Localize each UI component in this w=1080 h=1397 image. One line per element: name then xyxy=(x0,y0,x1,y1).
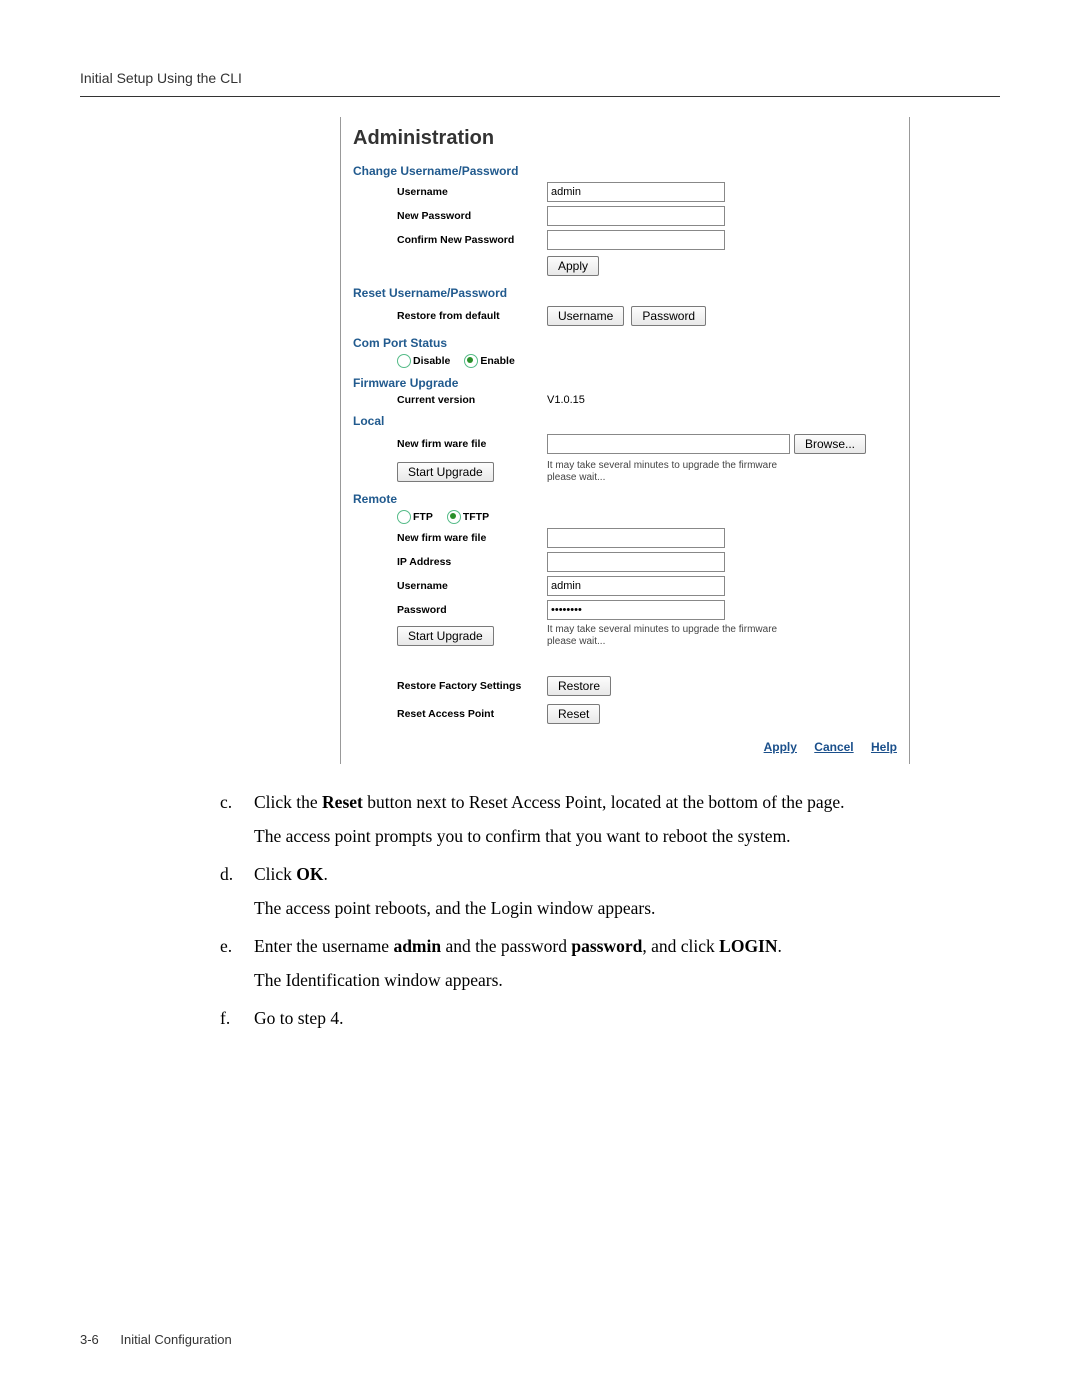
section-reset-password: Reset Username/Password xyxy=(353,286,897,300)
confirm-password-input[interactable] xyxy=(547,230,725,250)
label-current-version: Current version xyxy=(353,394,547,406)
remote-upgrade-hint: It may take several minutes to upgrade t… xyxy=(547,624,787,648)
local-upgrade-hint: It may take several minutes to upgrade t… xyxy=(547,460,787,484)
footer-help-link[interactable]: Help xyxy=(871,740,897,754)
new-password-input[interactable] xyxy=(547,206,725,226)
section-local: Local xyxy=(353,414,897,428)
reset-password-button[interactable]: Password xyxy=(631,306,706,326)
label-reset-ap: Reset Access Point xyxy=(353,708,547,720)
label-ip-address: IP Address xyxy=(353,556,547,568)
label-confirm-password: Confirm New Password xyxy=(353,234,547,246)
page-title: Administration xyxy=(353,127,897,150)
label-username: Username xyxy=(353,186,547,198)
reset-ap-button[interactable]: Reset xyxy=(547,704,600,724)
username-input[interactable] xyxy=(547,182,725,202)
com-enable-radio[interactable] xyxy=(464,354,478,368)
footer-apply-link[interactable]: Apply xyxy=(764,740,797,754)
com-disable-label: Disable xyxy=(413,355,450,367)
remote-ftp-radio[interactable] xyxy=(397,510,411,524)
footer-section: Initial Configuration xyxy=(120,1332,231,1347)
step-f: f. Go to step 4. xyxy=(220,1004,960,1032)
running-header: Initial Setup Using the CLI xyxy=(80,70,1000,97)
apply-password-button[interactable]: Apply xyxy=(547,256,599,276)
ip-address-input[interactable] xyxy=(547,552,725,572)
section-change-password: Change Username/Password xyxy=(353,164,897,178)
section-com-port: Com Port Status xyxy=(353,336,897,350)
admin-screenshot: Administration Change Username/Password … xyxy=(340,117,910,764)
remote-password-input[interactable] xyxy=(547,600,725,620)
section-remote: Remote xyxy=(353,492,897,506)
remote-ftp-label: FTP xyxy=(413,511,433,523)
panel-footer-links: Apply Cancel Help xyxy=(353,740,897,754)
label-remote-password: Password xyxy=(353,604,547,616)
step-d: d. Click OK. The access point reboots, a… xyxy=(220,860,960,922)
step-e: e. Enter the username admin and the pass… xyxy=(220,932,960,994)
local-file-input[interactable] xyxy=(547,434,790,454)
label-restore-default: Restore from default xyxy=(353,310,547,322)
section-firmware: Firmware Upgrade xyxy=(353,376,897,390)
remote-tftp-radio[interactable] xyxy=(447,510,461,524)
current-version-value: V1.0.15 xyxy=(547,394,585,406)
reset-username-button[interactable]: Username xyxy=(547,306,624,326)
label-new-password: New Password xyxy=(353,210,547,222)
label-remote-file: New firm ware file xyxy=(353,532,547,544)
page-footer: 3-6 Initial Configuration xyxy=(80,1332,232,1347)
remote-start-upgrade-button[interactable]: Start Upgrade xyxy=(397,626,494,646)
step-c: c. Click the Reset button next to Reset … xyxy=(220,788,960,850)
remote-file-input[interactable] xyxy=(547,528,725,548)
com-disable-radio[interactable] xyxy=(397,354,411,368)
browse-button[interactable]: Browse... xyxy=(794,434,866,454)
restore-factory-button[interactable]: Restore xyxy=(547,676,611,696)
footer-cancel-link[interactable]: Cancel xyxy=(814,740,853,754)
instruction-list: c. Click the Reset button next to Reset … xyxy=(220,788,960,1032)
remote-username-input[interactable] xyxy=(547,576,725,596)
remote-tftp-label: TFTP xyxy=(463,511,489,523)
label-remote-username: Username xyxy=(353,580,547,592)
label-local-file: New firm ware file xyxy=(353,438,547,450)
com-enable-label: Enable xyxy=(480,355,514,367)
label-restore-factory: Restore Factory Settings xyxy=(353,680,547,693)
local-start-upgrade-button[interactable]: Start Upgrade xyxy=(397,462,494,482)
page-number: 3-6 xyxy=(80,1332,99,1347)
